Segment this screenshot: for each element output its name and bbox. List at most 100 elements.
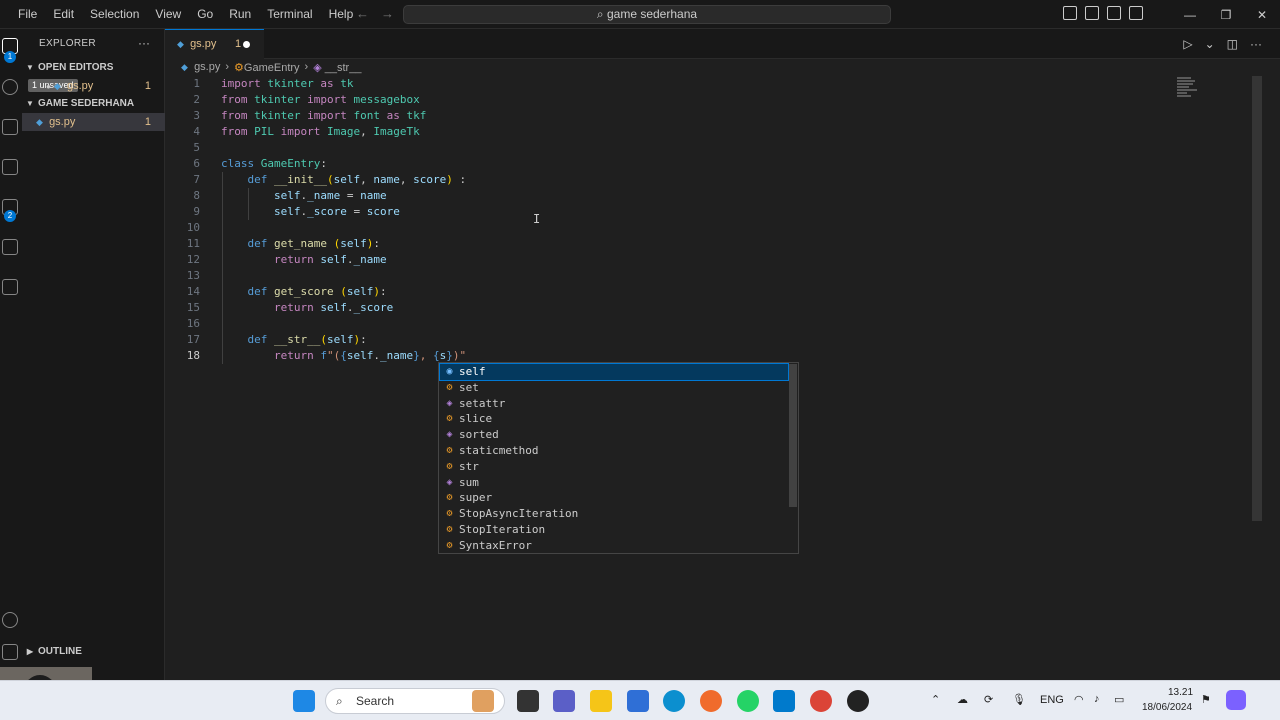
python-file-icon: ◆ [36,117,43,127]
suggestion-item[interactable]: ◈ setattr [440,396,788,412]
windows-taskbar: ⌕ Search ⌃ ☁ ⟳ 🎙 ENG ◠ ♪ ▭ 13.21 18/06/2… [0,680,1280,720]
chat-icon[interactable] [553,690,575,712]
chevron-down-icon[interactable]: ⌄ [1205,37,1215,51]
class-symbol-icon: ⚙ [234,62,244,74]
split-editor-icon[interactable]: ◫ [1227,37,1238,51]
suggestion-item[interactable]: ⚙ slice [440,411,788,427]
run-python-icon[interactable]: ▷ [1183,37,1192,51]
wifi-icon[interactable]: ◠ [1074,693,1084,706]
manage-gear-icon[interactable] [2,644,18,660]
suggestion-item[interactable]: ⚙ str [440,459,788,475]
suggestion-scrollbar[interactable] [789,364,797,507]
line-number: 8 [193,189,200,202]
python-file-icon: ◆ [181,62,188,72]
chevron-right-icon: › [225,61,230,73]
vscode-icon[interactable] [773,690,795,712]
suggestion-label: sum [459,475,479,489]
firefox-icon[interactable] [700,690,722,712]
toggle-panel-icon[interactable] [1085,6,1099,20]
clock-time[interactable]: 13.21 [1168,687,1193,698]
menu-view[interactable]: View [147,0,189,29]
remote-explorer-icon[interactable] [2,279,18,295]
field-symbol-icon: ◉ [446,366,453,377]
battery-icon[interactable]: ▭ [1114,693,1124,706]
open-editor-item[interactable]: ● ◆ gs.py 1 [22,77,165,95]
menu-run[interactable]: Run [221,0,259,29]
restore-icon[interactable]: ❐ [1208,8,1244,22]
tab-gs-py[interactable]: ◆ gs.py 1 [165,29,264,59]
line-number: 13 [186,269,200,282]
code-line: self._name = name [273,189,387,202]
breadcrumb-method[interactable]: ◈ __str__ [313,61,361,77]
menu-terminal[interactable]: Terminal [259,0,320,29]
microphone-icon[interactable]: 🎙 [1012,693,1026,706]
testing-icon[interactable] [2,239,18,255]
onedrive-icon[interactable]: ☁ [957,693,968,706]
more-actions-icon[interactable]: ··· [138,36,150,50]
toggle-sidebar-icon[interactable] [1063,6,1077,20]
customize-layout-icon[interactable] [1129,6,1143,20]
unsaved-dot-icon[interactable] [243,41,250,48]
copilot-icon[interactable] [1226,690,1246,710]
project-section[interactable]: ▼ GAME SEDERHANA [22,95,165,113]
suggestion-item[interactable]: ⚙ set [440,380,788,396]
chevron-up-icon[interactable]: ⌃ [931,693,940,706]
clock-date[interactable]: 18/06/2024 [1142,702,1192,713]
menu-selection[interactable]: Selection [82,0,147,29]
problem-count: 1 [144,80,151,92]
minimize-icon[interactable]: — [1172,8,1208,22]
outline-section[interactable]: ▶ OUTLINE [22,643,165,661]
run-debug-icon[interactable] [2,159,18,175]
extensions-badge: 2 [4,210,16,222]
code-line: import tkinter as tk [221,77,354,90]
obs-icon[interactable] [847,690,869,712]
accounts-icon[interactable] [2,612,18,628]
suggestion-item[interactable]: ⚙ SyntaxError [440,538,788,554]
whatsapp-icon[interactable] [737,690,759,712]
command-center[interactable]: ⌕ game sederhana [403,5,891,24]
notification-icon[interactable]: ⚑ [1201,693,1211,706]
minimap[interactable] [1177,76,1207,106]
suggestion-item[interactable]: ◈ sorted [440,427,788,443]
suggestion-widget[interactable]: ◉ self ⚙ set ◈ setattr ⚙ slice ◈ sorted ⚙ staticmet… [438,362,799,554]
open-editors-section[interactable]: ▼ OPEN EDITORS1 unsaved [22,59,165,92]
close-icon[interactable]: ✕ [1244,8,1280,22]
breadcrumb-class[interactable]: ⚙GameEntry [234,61,300,77]
file-explorer-icon[interactable] [590,690,612,712]
sync-icon[interactable]: ⟳ [984,693,993,706]
outline-label: OUTLINE [38,646,82,657]
chrome-icon[interactable] [810,690,832,712]
menu-file[interactable]: File [10,0,45,29]
toggle-secondary-sidebar-icon[interactable] [1107,6,1121,20]
suggestion-label: StopIteration [459,523,546,536]
suggestion-item[interactable]: ⚙ StopAsyncIteration [440,506,788,522]
nav-back-forward-icon[interactable]: ←→ [356,6,406,21]
vertical-scrollbar[interactable] [1252,76,1262,521]
search-icon[interactable] [2,79,18,95]
class-symbol-icon: ⚙ [446,413,453,425]
breadcrumb-file[interactable]: ◆ gs.py [181,61,220,77]
suggestion-item[interactable]: ◈ sum [440,475,788,491]
suggestion-item[interactable]: ◉ self [439,363,789,381]
line-number: 9 [193,205,200,218]
menu-go[interactable]: Go [189,0,221,29]
breadcrumb-method-label: __str__ [324,62,362,74]
start-button-icon[interactable] [293,690,315,712]
edge-icon[interactable] [663,690,685,712]
volume-icon[interactable]: ♪ [1094,693,1100,705]
code-line: def get_score (self): [247,285,387,298]
store-icon[interactable] [627,690,649,712]
suggestion-item[interactable]: ⚙ super [440,490,788,506]
more-actions-icon[interactable]: ··· [1250,37,1262,51]
suggestion-item[interactable]: ⚙ StopIteration [440,522,788,538]
menu-edit[interactable]: Edit [45,0,82,29]
task-view-icon[interactable] [517,690,539,712]
project-file-item[interactable]: ◆ gs.py 1 [22,113,165,131]
suggestion-item[interactable]: ⚙ staticmethod [440,443,788,459]
language-indicator[interactable]: ENG [1040,694,1064,706]
source-control-icon[interactable] [2,119,18,135]
widget-icon[interactable] [472,690,494,712]
chevron-right-icon: › [304,61,309,73]
suggestion-label: setattr [459,396,506,410]
function-symbol-icon: ◈ [446,429,453,441]
